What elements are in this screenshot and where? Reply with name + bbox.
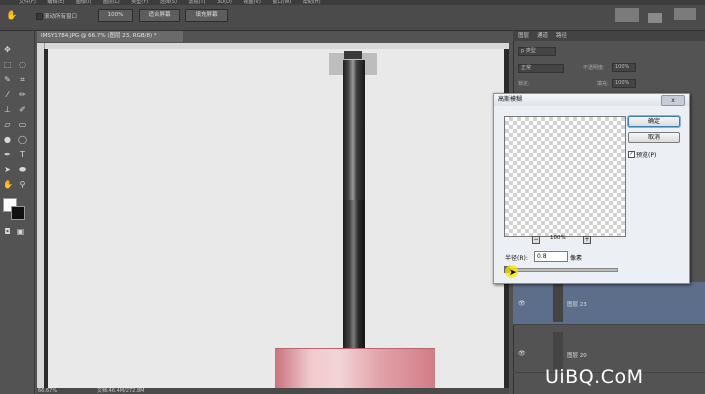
tab-paths[interactable]: 路径 <box>556 31 567 41</box>
zoom-out-button[interactable]: − <box>532 236 540 244</box>
opacity-input[interactable]: 100% <box>612 63 636 72</box>
radius-input[interactable]: 0.8 <box>534 251 568 262</box>
lasso-tool-icon[interactable]: ◌ <box>18 61 27 69</box>
fill-input[interactable]: 100% <box>612 79 636 88</box>
panel-tabs: 图层 通道 路径 <box>513 31 705 41</box>
layer-thumbnail <box>553 284 563 322</box>
quick-select-tool-icon[interactable]: ✎ <box>3 76 12 84</box>
scroll-all-windows-label: 滚动所有窗口 <box>44 14 78 20</box>
eyedropper-tool-icon[interactable]: ⁄ <box>3 91 12 99</box>
eraser-tool-icon[interactable]: ▱ <box>3 121 12 129</box>
ok-button[interactable]: 确定 <box>628 116 680 127</box>
hand-tool-icon[interactable]: ✋ <box>3 181 13 189</box>
zoom-in-button[interactable]: + <box>583 236 591 244</box>
hand-tool-icon[interactable]: ✋ <box>6 11 17 21</box>
blurred-region <box>615 8 639 22</box>
gaussian-blur-dialog: 高斯模糊 x − 100% + 确定 取消 ✓ 预览(P) 半径(R): 0.8… <box>493 93 690 284</box>
fit-screen-button[interactable]: 适合屏幕 <box>139 9 180 22</box>
shape-tool-icon[interactable]: ⬬ <box>18 166 27 174</box>
radius-unit-label: 像素 <box>570 255 583 262</box>
watermark-text: UiBQ.CoM <box>545 366 644 388</box>
pole-top-shape <box>344 51 362 59</box>
layer-thumbnail <box>553 332 563 370</box>
dialog-titlebar[interactable]: 高斯模糊 <box>494 94 689 106</box>
fill-screen-button[interactable]: 填充屏幕 <box>185 9 228 22</box>
tab-layers[interactable]: 图层 <box>518 31 529 41</box>
preview-window[interactable] <box>504 116 626 237</box>
preview-zoom-label: 100% <box>550 235 566 241</box>
move-tool-icon[interactable]: ✥ <box>3 46 12 54</box>
marquee-tool-icon[interactable]: ⬚ <box>3 61 12 69</box>
zoom-readout[interactable]: 66.67% <box>38 388 57 394</box>
path-select-tool-icon[interactable]: ➤ <box>3 166 12 174</box>
zoom-100-button[interactable]: 100% <box>98 9 133 22</box>
canvas-image[interactable] <box>48 49 504 388</box>
pen-tool-icon[interactable]: ✒ <box>3 151 12 159</box>
background-color-swatch[interactable] <box>11 206 25 220</box>
opacity-label: 不透明度: <box>583 65 605 71</box>
visibility-eye-icon[interactable]: 👁 <box>518 350 526 357</box>
pink-base-shape <box>275 348 435 389</box>
dialog-title: 高斯模糊 <box>498 96 523 103</box>
layer-filter-select[interactable]: p 类型 <box>518 47 556 56</box>
quick-mask-icon[interactable]: ◘ <box>3 228 12 236</box>
doc-size-readout: 文档:46.4M/272.8M <box>97 388 145 394</box>
type-tool-icon[interactable]: T <box>18 151 27 159</box>
crop-tool-icon[interactable]: ⌗ <box>18 76 27 84</box>
fill-label: 填充: <box>597 81 609 87</box>
blurred-region <box>674 8 696 20</box>
layer-row[interactable] <box>513 282 705 325</box>
dodge-tool-icon[interactable]: ◯ <box>18 136 27 144</box>
status-bar: 66.67% 文档:46.4M/272.8M <box>37 388 509 394</box>
visibility-eye-icon[interactable]: 👁 <box>518 300 526 307</box>
scroll-all-windows-checkbox[interactable] <box>36 13 43 20</box>
brush-tool-icon[interactable]: ✏ <box>18 91 27 99</box>
history-brush-tool-icon[interactable]: ✐ <box>18 106 27 114</box>
stamp-tool-icon[interactable]: ⊥ <box>3 106 12 114</box>
gradient-tool-icon[interactable]: ▭ <box>18 121 27 129</box>
close-button[interactable]: x <box>661 95 685 106</box>
mouse-cursor-icon: ➤ <box>509 268 517 278</box>
blurred-region <box>648 13 662 23</box>
blur-tool-icon[interactable]: ● <box>3 136 12 144</box>
document-tab[interactable]: IMSY1784.JPG @ 66.7% (图层 23, RGB/8) * <box>37 31 183 42</box>
metal-pole-lower-shape <box>343 200 365 350</box>
cancel-button[interactable]: 取消 <box>628 132 680 143</box>
preview-label: 预览(P) <box>636 152 657 159</box>
radius-label: 半径(R): <box>505 255 528 262</box>
tab-channels[interactable]: 通道 <box>537 31 548 41</box>
lock-label: 锁定: <box>518 81 530 87</box>
layer-name[interactable]: 图层 20 <box>567 351 587 359</box>
zoom-tool-icon[interactable]: ⚲ <box>18 181 27 189</box>
blend-mode-select[interactable]: 正常 <box>518 64 564 73</box>
layer-name[interactable]: 图层 23 <box>567 300 587 308</box>
preview-checkbox[interactable]: ✓ <box>628 151 635 158</box>
radius-slider[interactable] <box>506 268 618 272</box>
screen-mode-icon[interactable]: ▣ <box>16 228 25 236</box>
